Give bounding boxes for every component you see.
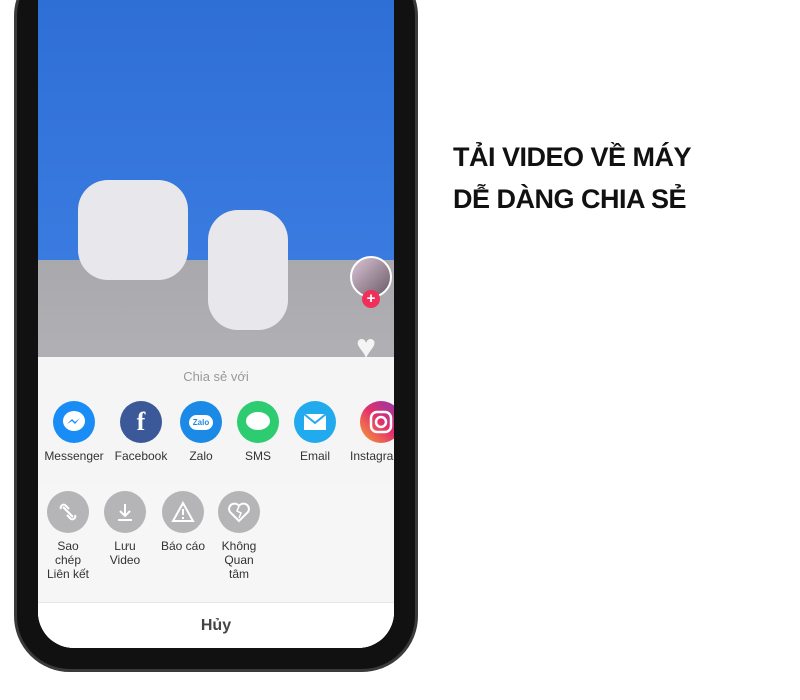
video-person-1	[78, 180, 188, 280]
share-title: Chia sẻ với	[183, 369, 249, 384]
action-label: Không Quan tâm	[221, 539, 257, 581]
share-label: Instagram	[350, 449, 394, 463]
messenger-icon	[53, 401, 95, 443]
phone-screen: + ♥ Chia sẻ với Messenger f Facebook Zal…	[38, 0, 394, 648]
share-label: Messenger	[44, 449, 104, 463]
headline-line-1: TẢI VIDEO VỀ MÁY	[453, 142, 692, 172]
share-messenger[interactable]: Messenger	[44, 401, 104, 463]
share-label: SMS	[244, 449, 271, 463]
instagram-icon	[360, 401, 394, 443]
action-label: Báo cáo	[160, 539, 206, 553]
share-instagram[interactable]: Instagram	[346, 401, 394, 463]
action-not-interested[interactable]: Không Quan tâm	[209, 491, 269, 581]
share-sms[interactable]: SMS	[228, 401, 288, 463]
share-sheet: Chia sẻ với Messenger f Facebook Zalo Za…	[38, 357, 394, 648]
zalo-icon-text: Zalo	[188, 414, 214, 430]
facebook-icon: f	[120, 401, 162, 443]
video-person-2	[208, 210, 288, 330]
share-label: Zalo	[189, 449, 213, 463]
warning-icon	[162, 491, 204, 533]
action-save-video[interactable]: Lưu Video	[95, 491, 155, 567]
zalo-icon: Zalo	[180, 401, 222, 443]
share-label: Facebook	[114, 449, 168, 463]
broken-heart-icon	[218, 491, 260, 533]
action-label: Sao chép Liên kết	[46, 539, 90, 581]
share-zalo[interactable]: Zalo Zalo	[171, 401, 231, 463]
action-label: Lưu Video	[109, 539, 141, 567]
share-facebook[interactable]: f Facebook	[111, 401, 171, 463]
email-icon	[294, 401, 336, 443]
download-icon	[104, 491, 146, 533]
link-icon	[47, 491, 89, 533]
cancel-button[interactable]: Hủy	[38, 602, 394, 648]
follow-plus-icon[interactable]: +	[362, 290, 380, 308]
promo-headline: TẢI VIDEO VỀ MÁY DỄ DÀNG CHIA SẺ	[453, 136, 692, 220]
headline-line-2: DỄ DÀNG CHIA SẺ	[453, 184, 687, 214]
sms-icon	[237, 401, 279, 443]
action-copy-link[interactable]: Sao chép Liên kết	[38, 491, 98, 581]
share-label: Email	[299, 449, 330, 463]
share-email[interactable]: Email	[285, 401, 345, 463]
action-report[interactable]: Báo cáo	[153, 491, 213, 553]
